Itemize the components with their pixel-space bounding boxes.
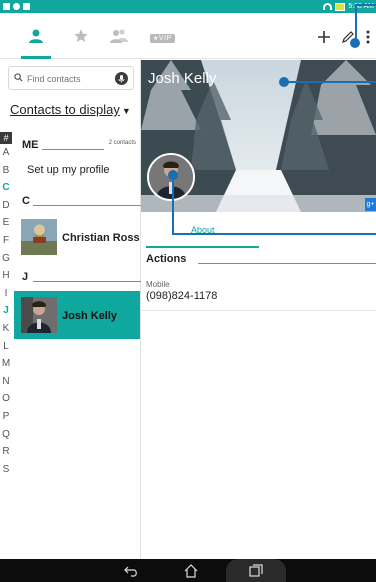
cloud-icon [13,3,20,10]
phone-number[interactable]: (098)824-1178 [146,290,217,302]
section-divider [42,149,104,150]
section-header-j: J [22,271,29,283]
add-contact-button[interactable] [314,27,334,47]
avatar [21,297,57,333]
callout-line [284,81,376,83]
recent-apps-icon [249,564,263,577]
index-letter[interactable]: J [0,302,12,320]
section-divider [33,281,141,282]
index-letter[interactable]: I [0,285,12,303]
people-icon [110,29,128,43]
contact-row-christian-ross[interactable]: Christian Ross [14,215,140,261]
index-letter[interactable]: H [0,267,12,285]
person-icon [29,29,43,43]
contact-name: Josh Kelly [62,310,118,322]
battery-icon [335,2,346,11]
index-letter[interactable]: E [0,214,12,232]
recent-apps-button[interactable] [226,559,286,582]
callout-line [355,4,376,6]
section-divider [198,263,376,264]
index-letter[interactable]: D [0,197,12,215]
section-divider [33,205,141,206]
status-bar: 5:38 AM [0,0,376,13]
index-letter[interactable]: P [0,408,12,426]
index-letter[interactable]: O [0,390,12,408]
callout-dot [168,170,178,180]
section-header-me: ME [22,139,39,151]
index-letter[interactable]: C [0,179,12,197]
search-input[interactable] [27,71,111,86]
index-letter[interactable]: Q [0,426,12,444]
microphone-icon [118,75,125,83]
index-letter[interactable]: G [0,250,12,268]
contact-name-header: Josh Kelly [148,70,217,87]
callout-line [172,233,376,235]
navigation-bar [0,559,376,582]
screen: 5:38 AM ★VIP Find contacts Contacts to d… [0,0,376,582]
overflow-menu-icon [366,30,370,44]
index-letter[interactable]: K [0,320,12,338]
voice-search-button[interactable] [115,72,128,85]
contacts-to-display-label: Contacts to display [10,102,120,117]
contact-count: 2 contacts [108,140,136,146]
phone-type-label: Mobile [146,280,170,289]
more-options-button[interactable] [358,27,376,47]
gallery-icon [23,3,30,10]
back-icon [124,566,137,577]
contact-detail-pane: Josh Kelly g+ About Actions Mobile (098)… [141,60,376,559]
index-letter[interactable]: F [0,232,12,250]
home-icon [184,563,198,578]
notification-icon [3,3,10,10]
search-icon [14,73,23,82]
account-badge: g+ [365,198,376,211]
vip-chip[interactable]: ★VIP [150,34,175,43]
index-letter[interactable]: N [0,373,12,391]
back-button[interactable] [116,561,146,580]
section-header-c: C [22,195,30,207]
index-letter[interactable]: L [0,338,12,356]
divider [141,310,376,311]
chevron-down-icon: ▼ [121,106,131,116]
wifi-icon [323,3,333,10]
contacts-to-display-dropdown[interactable]: Contacts to display ▼ [10,102,131,117]
star-icon [74,29,88,42]
toolbar: ★VIP [0,13,376,59]
index-letter[interactable]: S [0,461,12,479]
setup-profile-row[interactable]: Set up my profile [14,156,140,188]
index-letter[interactable]: A [0,144,12,162]
avatar [21,219,57,255]
plus-icon [318,31,330,43]
index-letter[interactable]: B [0,162,12,180]
index-letter[interactable]: # [0,132,12,144]
callout-dot [350,38,360,48]
tab-contacts[interactable] [13,13,59,59]
contacts-list-pane: Contacts to display▼ # A B C D E F G H I… [0,60,141,559]
callout-dot [279,77,289,87]
index-letter[interactable]: M [0,355,12,373]
alphabet-index[interactable]: # A B C D E F G H I J K L M N O P Q R S [0,132,12,478]
setup-profile-label: Set up my profile [27,164,110,176]
callout-line [172,175,174,234]
actions-header: Actions [146,253,187,265]
contact-row-josh-kelly[interactable]: Josh Kelly [14,291,140,339]
tab-groups[interactable] [96,13,142,59]
home-button[interactable] [176,561,206,580]
vip-label: VIP [158,35,172,42]
index-letter[interactable]: R [0,443,12,461]
search-box[interactable] [8,66,134,90]
contact-name: Christian Ross [62,232,140,244]
